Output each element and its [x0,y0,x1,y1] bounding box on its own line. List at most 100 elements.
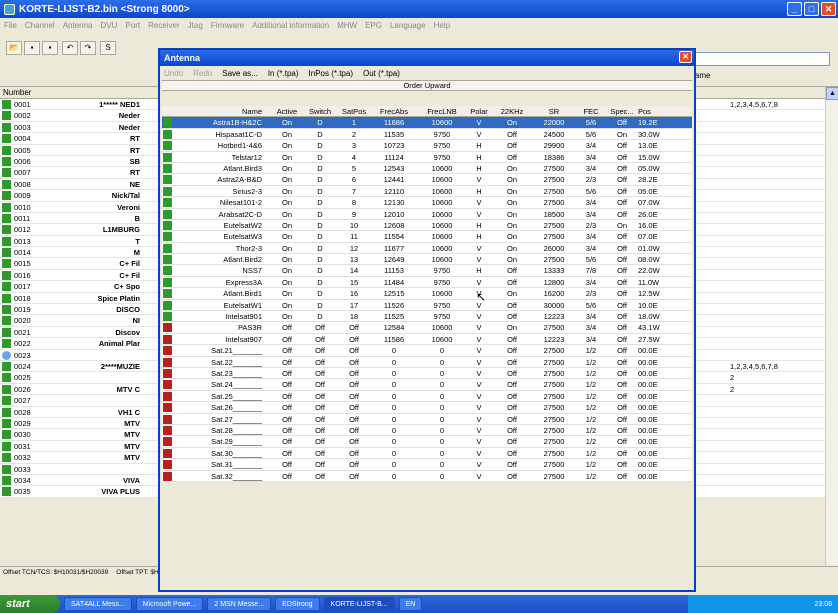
search-icon[interactable]: S [100,41,116,55]
antenna-pos-cell: 27.5W [638,334,660,344]
antenna-row[interactable]: Intelsat907 Off Off Off 11586 10600 V Off 12223 3… [162,333,692,346]
antenna-spec-cell: Off [617,266,627,276]
taskbar-button[interactable]: SAT4ALL Mess... [64,597,132,611]
pos-column-header[interactable]: Pos [638,107,674,116]
minimize-button[interactable]: _ [787,2,802,16]
in-tpa-menu[interactable]: In (*.tpa) [268,69,299,78]
order-upward-button[interactable]: Order Upward [162,80,692,91]
menu-item[interactable]: Help [434,21,450,30]
antenna-row[interactable]: Sat.29_______ Off Off Off 0 0 V Off 27500 1/2 Off 0… [162,436,692,448]
fec-column-header[interactable]: FEC [576,107,606,116]
menu-item[interactable]: Receiver [148,21,180,30]
antenna-row[interactable]: Astra1B-H&2C On D 1 11686 10600 V On 22000 5/6 Off… [162,117,692,129]
freclnb-column-header[interactable]: FrecLNB [420,107,464,116]
save-as-icon[interactable]: ▪ [42,41,58,55]
antenna-satpos-cell: Off [349,346,359,356]
redo-menu[interactable]: Redo [193,69,212,78]
sr-column-header[interactable]: SR [534,107,574,116]
antenna-lnb-cell: 0 [439,346,445,356]
name-column-header[interactable]: Name [172,107,262,116]
active-column-header[interactable]: Active [272,107,302,116]
dialog-close-icon[interactable]: ✕ [679,51,692,63]
antenna-row[interactable]: PAS3R Off Off Off 12584 10600 V On 27500 3/4 Off 43… [162,322,692,334]
open-icon[interactable]: 📂 [6,41,22,55]
switch-column-header[interactable]: Switch [304,107,336,116]
antenna-row[interactable]: EutelsatW2 On D 10 12608 10600 H On 27500 2/3 On 16… [162,219,692,232]
menu-item[interactable]: Firmware [211,21,244,30]
maximize-button[interactable]: □ [804,2,819,16]
save-icon[interactable]: ▪ [24,41,40,55]
taskbar-button[interactable]: EDStrong [275,597,320,611]
antenna-row[interactable]: Nilesat101-2 On D 8 12130 10600 V On 27500 3/4 Off… [162,197,692,209]
antenna-row[interactable]: Atlant.Bird1 On D 16 12515 10600 V On 16200 2/3 Of… [162,288,692,300]
menu-item[interactable]: Antenna [63,21,93,30]
antenna-khz-cell: On [506,175,517,185]
antenna-row[interactable]: NSS7 On D 14 11153 9750 H Off 13333 7/8 Off 22.0W [162,265,692,277]
menu-item[interactable]: Jtag [188,21,203,30]
antenna-row[interactable]: Intelsat901 On D 18 11525 9750 V Off 12223 3/4 Off… [162,311,692,323]
taskbar-button[interactable]: 2 MSN Messe... [207,597,272,611]
antenna-row[interactable]: Sat.23_______ Off Off Off 0 0 V Off 27500 1/2 Off 0… [162,367,692,380]
antenna-row[interactable]: Sat.24_______ Off Off Off 0 0 V Off 27500 1/2 Off 0… [162,379,692,391]
antenna-freq-cell: 11586 [383,334,405,344]
undo-menu[interactable]: Undo [164,69,183,78]
antenna-row[interactable]: Atlant.Bird3 On D 5 12543 10600 H On 27500 3/4 Off… [162,162,692,175]
antenna-lnb-cell: 10600 [431,323,453,333]
antenna-row[interactable]: Express3A On D 15 11484 9750 V Off 12800 3/4 Off 11… [162,276,692,289]
antenna-row[interactable]: Sat.27_______ Off Off Off 0 0 V Off 27500 1/2 Off 0… [162,413,692,425]
antenna-row[interactable]: Sat.25_______ Off Off Off 0 0 V Off 27500 1/2 Off 0… [162,390,692,403]
antenna-row[interactable]: Sat.26_______ Off Off Off 0 0 V Off 27500 1/2 Off 0… [162,402,692,414]
save-as-menu[interactable]: Save as... [222,69,258,78]
antenna-row[interactable]: Astra2A-B&D On D 6 12441 10600 V On 27500 2/3 Off 2… [162,174,692,186]
antenna-freq-cell: 12584 [383,323,405,333]
menu-item[interactable]: MHW [337,21,357,30]
scroll-up-icon[interactable]: ▲ [826,87,838,100]
antenna-row[interactable]: Thor2-3 On D 12 11677 10600 V On 26000 3/4 Off 01.0… [162,242,692,255]
polar-column-header[interactable]: Polar [466,107,492,116]
menu-item[interactable]: Port [125,21,140,30]
menu-item[interactable]: Language [390,21,426,30]
antenna-active-cell: Off [282,380,292,390]
antenna-row[interactable]: Telstar12 On D 4 11124 9750 H Off 18386 3/4 Off 15.… [162,151,692,163]
antenna-pos-cell: 00.0E [638,437,658,447]
main-window-titlebar[interactable]: KORTE-LIJST-B2.bin <Strong 8000> _ □ ✕ [0,0,838,18]
satellite-inactive-icon [163,380,172,390]
taskbar-button[interactable]: EN [398,597,423,611]
menu-item[interactable]: File [4,21,17,30]
antenna-row[interactable]: Arabsat2C-D On D 9 12010 10600 V On 18500 3/4 Off 2… [162,208,692,220]
antenna-row[interactable]: Sat.31_______ Off Off Off 0 0 V Off 27500 1/2 Off 0… [162,459,692,471]
vertical-scrollbar[interactable]: ▲ [825,87,838,565]
antenna-row[interactable]: Hotbird1-4&6 On D 3 10723 9750 H Off 29900 3/4 Off… [162,140,692,152]
antenna-row[interactable]: EutelsatW3 On D 11 11554 10600 H On 27500 3/4 Off 0… [162,231,692,243]
out-tpa-menu[interactable]: Out (*.tpa) [363,69,400,78]
menu-item[interactable]: Additional information [252,21,329,30]
inpos-tpa-menu[interactable]: InPos (*.tpa) [309,69,353,78]
redo-icon[interactable]: ↷ [80,41,96,55]
satpos-column-header[interactable]: SatPos [338,107,370,116]
menu-item[interactable]: Channel [25,21,55,30]
antenna-dialog-titlebar[interactable]: Antenna ✕ [160,50,694,66]
antenna-row[interactable]: Hispasat1C-D On D 2 11535 9750 V Off 24500 5/6 On 3… [162,128,692,141]
antenna-row[interactable]: Sat.21_______ Off Off Off 0 0 V Off 27500 1/2 Off 0… [162,345,692,357]
start-button[interactable]: start [0,595,60,613]
22khz-column-header[interactable]: 22KHz [494,107,530,116]
spec-column-header[interactable]: Spec... [608,107,636,116]
number-column-header[interactable]: Number [3,88,31,97]
antenna-row[interactable]: Sirius2-3 On D 7 12110 10600 H On 27500 5/6 Off 05.… [162,185,692,198]
antenna-row[interactable]: Atlant.Bird2 On D 13 12649 10600 V On 27500 5/6 Of… [162,254,692,266]
menu-item[interactable]: EPG [365,21,382,30]
antenna-row[interactable]: Sat.22_______ Off Off Off 0 0 V Off 27500 1/2 Off 0… [162,356,692,368]
close-button[interactable]: ✕ [821,2,836,16]
frecabs-column-header[interactable]: FrecAbs [374,107,414,116]
channel-number: 0035 [14,487,31,497]
antenna-row[interactable]: Sat.28_______ Off Off Off 0 0 V Off 27500 1/2 Off 0… [162,424,692,437]
undo-icon[interactable]: ↶ [62,41,78,55]
taskbar-button[interactable]: KORTE-LIJST-B... [323,597,395,611]
menu-item[interactable]: DVU [101,21,118,30]
antenna-row[interactable]: Sat.32_______ Off Off Off 0 0 V Off 27500 1/2 Off 0… [162,470,692,482]
antenna-pos-cell: 11.0W [638,277,660,287]
taskbar-button[interactable]: Microsoft Powe... [135,597,204,611]
antenna-khz-cell: On [506,255,517,265]
antenna-row[interactable]: EutelsatW1 On D 17 11526 9750 V Off 30000 5/6 Off 1… [162,299,692,312]
antenna-row[interactable]: Sat.30_______ Off Off Off 0 0 V Off 27500 1/2 Off 0… [162,447,692,460]
